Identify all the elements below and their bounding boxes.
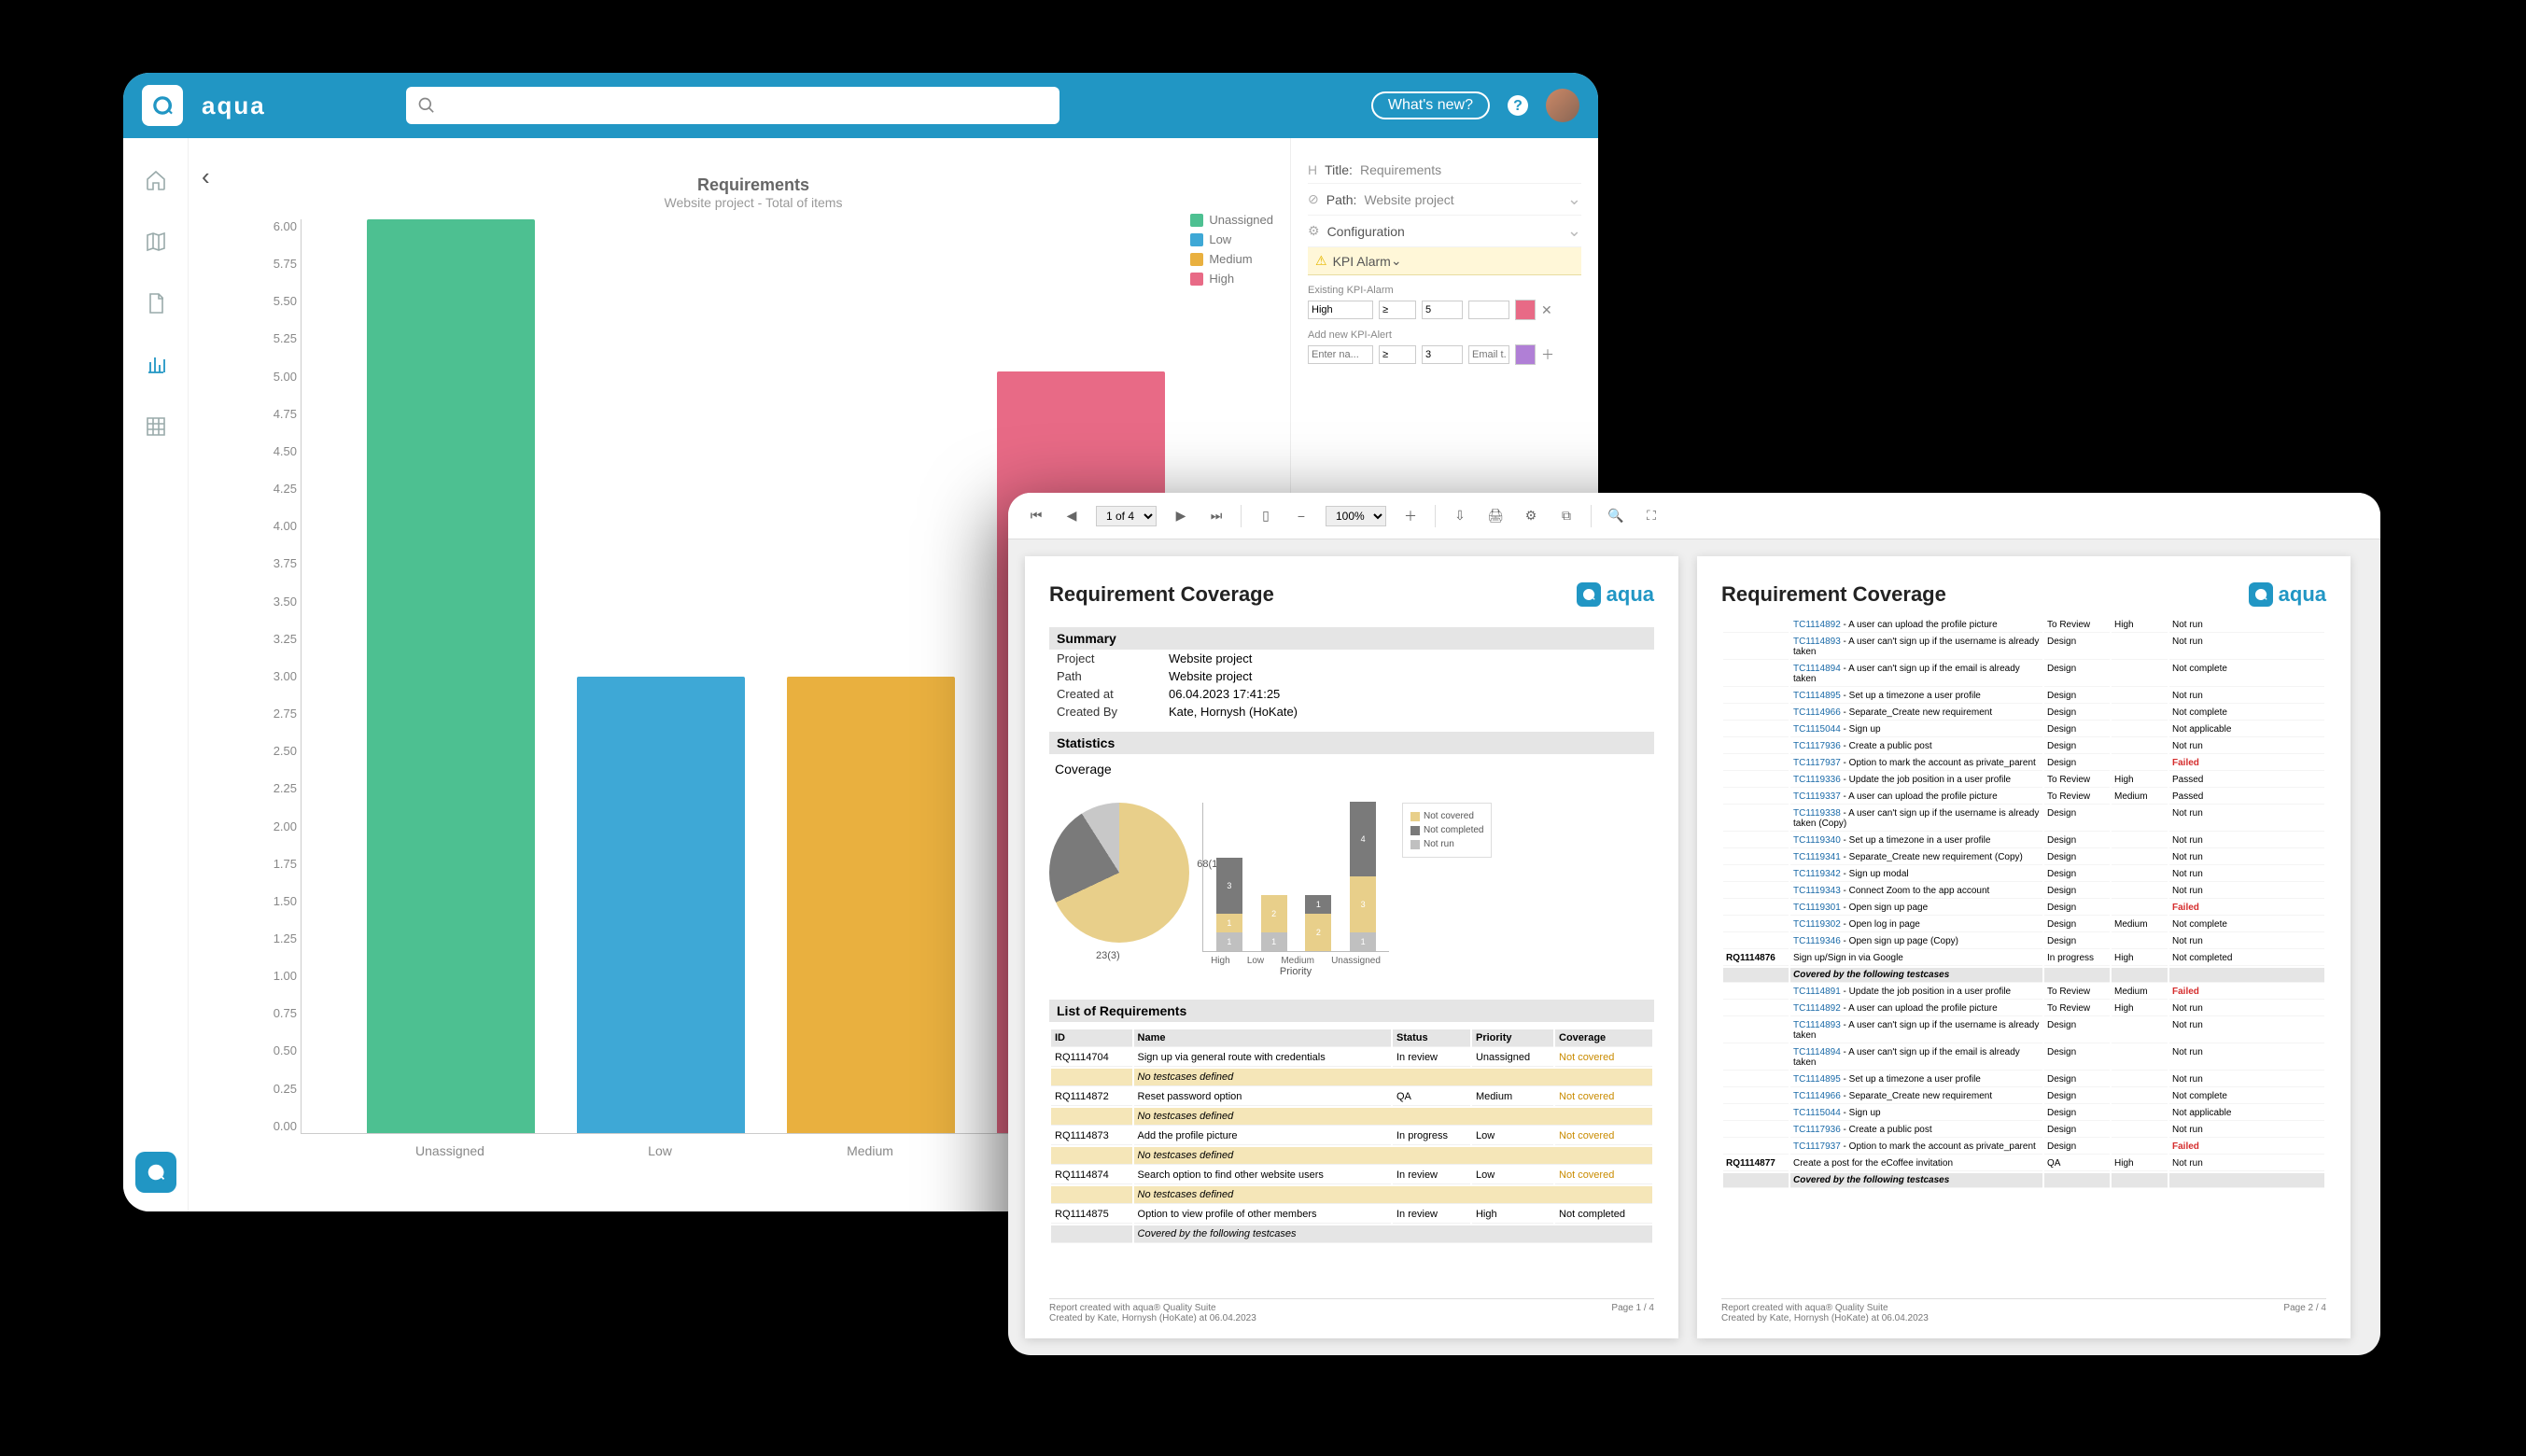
search-bar[interactable] — [406, 87, 1060, 124]
alarm-name[interactable] — [1308, 301, 1373, 319]
cfg-kpi-alarm[interactable]: ⚠ KPI Alarm ⌄ — [1308, 247, 1581, 275]
left-nav — [123, 138, 189, 1211]
coverage-label: Coverage — [1055, 762, 1649, 777]
copy-icon[interactable]: ⧉ — [1555, 505, 1578, 527]
svg-text:?: ? — [1513, 98, 1523, 114]
top-bar: aqua What's new? ? — [123, 73, 1598, 138]
chevron-down-icon: ⌄ — [1567, 189, 1581, 209]
help-icon[interactable]: ? — [1507, 94, 1529, 117]
page-number: Page 1 / 4 — [1611, 1303, 1654, 1323]
add-icon[interactable]: ＋ — [1541, 345, 1554, 364]
search-icon — [417, 96, 436, 115]
aqua-logo: aqua — [1577, 582, 1654, 607]
add-alarm-label: Add new KPI-Alert — [1308, 329, 1581, 341]
chevron-down-icon: ⌄ — [1567, 221, 1581, 241]
list-header: List of Requirements — [1049, 1000, 1654, 1022]
cfg-configuration[interactable]: ⚙ Configuration ⌄ — [1308, 216, 1581, 247]
testcases-table: TC1114892 - A user can upload the profil… — [1721, 616, 2326, 1190]
report-toolbar: ⏮ ◀ 1 of 4 ▶ ⏭ ▯ − 100% ＋ ⇩ 🖨 ⚙ ⧉ 🔍 ⛶ — [1008, 493, 2380, 539]
brand-logo[interactable] — [142, 85, 183, 126]
report-window: ⏮ ◀ 1 of 4 ▶ ⏭ ▯ − 100% ＋ ⇩ 🖨 ⚙ ⧉ 🔍 ⛶ Re… — [1008, 493, 2380, 1355]
cfg-path[interactable]: ⊘ Path: Website project ⌄ — [1308, 184, 1581, 216]
report-page-1: Requirement Coverage aqua Summary Projec… — [1025, 556, 1678, 1338]
first-page-icon[interactable]: ⏮ — [1025, 505, 1047, 527]
coverage-stacked-bar: 3112112431 — [1202, 803, 1389, 952]
aqua-logo: aqua — [2249, 582, 2326, 607]
chart-icon[interactable] — [142, 351, 170, 379]
brand-logo-small[interactable] — [135, 1152, 176, 1193]
zoom-out-icon[interactable]: − — [1290, 505, 1312, 527]
print-icon[interactable]: 🖨 — [1484, 505, 1507, 527]
back-button[interactable]: ‹ — [202, 162, 210, 191]
delete-icon[interactable]: ✕ — [1541, 302, 1552, 318]
brand-text: aqua — [202, 91, 266, 120]
whats-new-button[interactable]: What's new? — [1371, 91, 1490, 119]
statistics-header: Statistics — [1049, 732, 1654, 754]
settings-icon[interactable]: ⚙ — [1520, 505, 1542, 527]
existing-alarm-label: Existing KPI-Alarm — [1308, 285, 1581, 296]
coverage-pie — [1049, 803, 1189, 943]
search-icon[interactable]: 🔍 — [1605, 505, 1627, 527]
avatar[interactable] — [1546, 89, 1579, 122]
prev-page-icon[interactable]: ◀ — [1060, 505, 1083, 527]
page-number: Page 2 / 4 — [2283, 1303, 2326, 1323]
home-icon[interactable] — [142, 166, 170, 194]
zoom-in-icon[interactable]: ＋ — [1399, 505, 1422, 527]
chart-title: Requirements — [245, 175, 1262, 195]
new-alarm-name[interactable] — [1308, 345, 1373, 364]
requirements-table: IDNameStatusPriorityCoverageRQ1114704Sig… — [1049, 1028, 1654, 1245]
last-page-icon[interactable]: ⏭ — [1205, 505, 1228, 527]
map-icon[interactable] — [142, 228, 170, 256]
color-swatch-purple[interactable] — [1515, 344, 1536, 365]
grid-icon[interactable] — [142, 413, 170, 441]
doc-icon[interactable] — [142, 289, 170, 317]
chevron-down-icon: ⌄ — [1391, 253, 1402, 269]
report-page-2: Requirement Coverage aqua TC1114892 - A … — [1697, 556, 2351, 1338]
page-title: Requirement Coverage — [1049, 582, 1274, 607]
cfg-title: H Title: Requirements — [1308, 157, 1581, 184]
fullscreen-icon[interactable]: ⛶ — [1640, 505, 1663, 527]
color-swatch-red[interactable] — [1515, 300, 1536, 320]
chart-subtitle: Website project - Total of items — [245, 195, 1262, 210]
search-input[interactable] — [443, 96, 1048, 116]
next-page-icon[interactable]: ▶ — [1170, 505, 1192, 527]
page-title: Requirement Coverage — [1721, 582, 1946, 607]
coverage-legend: Not coveredNot completedNot run — [1402, 803, 1492, 858]
existing-alarm-row[interactable]: ✕ — [1308, 300, 1581, 320]
export-icon[interactable]: ⇩ — [1449, 505, 1471, 527]
single-page-icon[interactable]: ▯ — [1255, 505, 1277, 527]
zoom-select[interactable]: 100% — [1326, 506, 1386, 526]
add-alarm-row[interactable]: ＋ — [1308, 344, 1581, 365]
summary-header: Summary — [1049, 627, 1654, 650]
page-select[interactable]: 1 of 4 — [1096, 506, 1157, 526]
